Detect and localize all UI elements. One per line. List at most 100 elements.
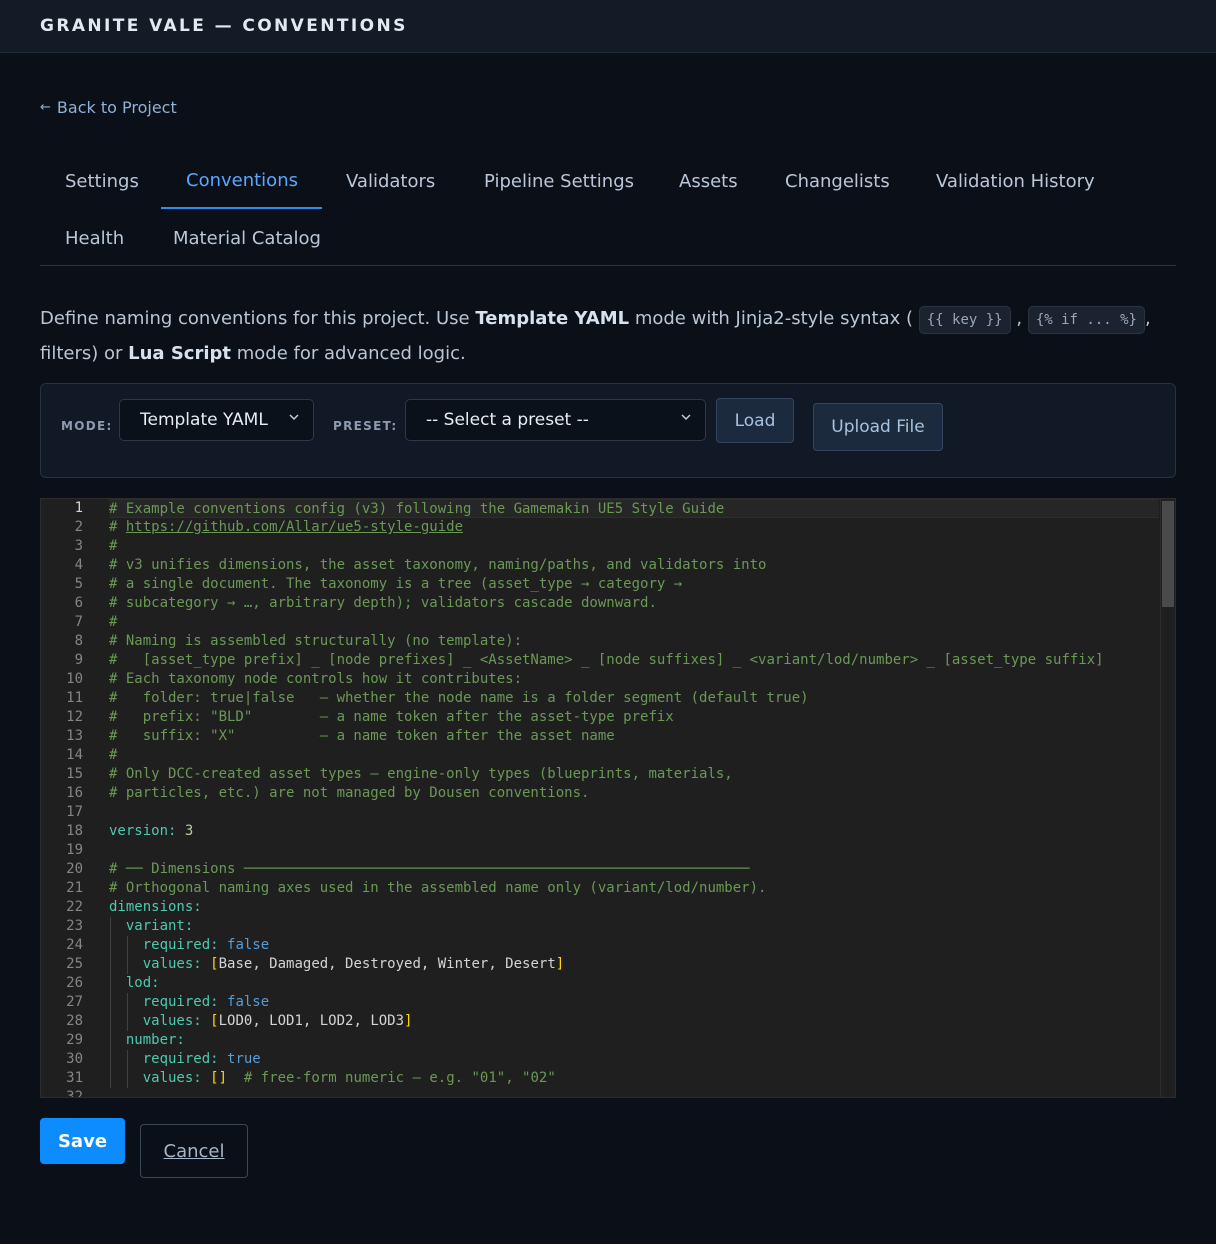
code-editor[interactable]: 1 2 3 4 5 6 7 8 9 10 11 12 13 14 15 16 17 18 19 20 21 22 23 24 2… [40, 498, 1176, 1098]
code-line[interactable]: lod: [109, 974, 1159, 993]
code-line[interactable] [109, 803, 1159, 822]
line-number: 25 [66, 956, 83, 972]
code-line[interactable]: values: [LOD0, LOD1, LOD2, LOD3] [109, 1012, 1159, 1031]
tab-validation-history[interactable]: Validation History [911, 153, 1095, 209]
tab-bar: Settings Conventions Validators Pipeline… [40, 153, 1176, 266]
line-number-gutter: 1 2 3 4 5 6 7 8 9 10 11 12 13 14 15 16 17 18 19 20 21 22 23 24 2… [41, 499, 97, 1097]
save-button[interactable]: Save [40, 1118, 125, 1164]
code-line[interactable]: required: true [109, 1050, 1159, 1069]
preset-select-value: -- Select a preset -- [426, 410, 589, 430]
code-line[interactable]: # prefix: "BLD" — a name token after the… [109, 708, 1159, 727]
mode-select-value: Template YAML [140, 410, 268, 430]
code-line[interactable]: # suffix: "X" — a name token after the a… [109, 727, 1159, 746]
code-line[interactable]: # https://github.com/Allar/ue5-style-gui… [109, 518, 1159, 537]
code-line[interactable]: # [asset_type prefix] _ [node prefixes] … [109, 651, 1159, 670]
code-line[interactable]: # v3 unifies dimensions, the asset taxon… [109, 556, 1159, 575]
code-line[interactable] [109, 841, 1159, 860]
tab-validators[interactable]: Validators [322, 153, 435, 209]
indent-guide [110, 1012, 111, 1031]
app-title: GRANITE VALE — CONVENTIONS [40, 16, 408, 36]
cancel-button[interactable]: Cancel [140, 1124, 248, 1178]
line-number: 13 [66, 728, 83, 744]
tab-health[interactable]: Health [40, 210, 124, 266]
line-number: 21 [66, 880, 83, 896]
line-number: 18 [66, 823, 83, 839]
line-number: 6 [74, 595, 83, 611]
load-preset-button[interactable]: Load [716, 398, 794, 443]
line-number: 14 [66, 747, 83, 763]
editor-scrollbar[interactable] [1160, 499, 1175, 1097]
indent-guide [110, 974, 111, 993]
line-number: 22 [66, 899, 83, 915]
code-line[interactable]: # folder: true|false — whether the node … [109, 689, 1159, 708]
code-line[interactable]: # Example conventions config (v3) follow… [109, 499, 1159, 518]
line-number: 17 [66, 804, 83, 820]
tab-conventions[interactable]: Conventions [161, 153, 322, 209]
line-number: 32 [66, 1089, 83, 1098]
code-line[interactable]: # a single document. The taxonomy is a t… [109, 575, 1159, 594]
tab-settings[interactable]: Settings [40, 153, 161, 209]
code-line[interactable]: version: 3 [109, 822, 1159, 841]
code-line[interactable]: variant: [109, 917, 1159, 936]
indent-guide [127, 1012, 128, 1031]
line-number: 30 [66, 1051, 83, 1067]
line-number: 2 [74, 519, 83, 535]
line-number: 31 [66, 1070, 83, 1086]
code-line[interactable]: # subcategory → …, arbitrary depth); val… [109, 594, 1159, 613]
arrow-left-icon: ← [40, 100, 51, 115]
code-line[interactable]: required: false [109, 936, 1159, 955]
top-bar: GRANITE VALE — CONVENTIONS [0, 0, 1216, 53]
code-chip-key: {{ key }} [918, 306, 1011, 334]
tab-assets[interactable]: Assets [654, 153, 738, 209]
code-line[interactable]: # Each taxonomy node controls how it con… [109, 670, 1159, 689]
line-number: 9 [74, 652, 83, 668]
indent-guide [110, 1069, 111, 1088]
chevron-down-icon [681, 414, 691, 420]
line-number: 27 [66, 994, 83, 1010]
code-line[interactable]: values: [Base, Damaged, Destroyed, Winte… [109, 955, 1159, 974]
code-line[interactable]: values: [] # free-form numeric — e.g. "0… [109, 1069, 1159, 1088]
code-line[interactable]: # [109, 537, 1159, 556]
line-number: 5 [74, 576, 83, 592]
tab-pipeline-settings[interactable]: Pipeline Settings [459, 153, 634, 209]
code-line[interactable] [109, 1088, 1159, 1097]
indent-guide [110, 955, 111, 974]
upload-file-button[interactable]: Upload File [813, 403, 943, 451]
line-number: 16 [66, 785, 83, 801]
indent-guide [110, 1031, 111, 1050]
conventions-description: Define naming conventions for this proje… [40, 302, 1180, 371]
line-number: 26 [66, 975, 83, 991]
line-number: 28 [66, 1013, 83, 1029]
code-line[interactable]: number: [109, 1031, 1159, 1050]
mode-select[interactable]: Template YAML [119, 399, 314, 441]
intro-bold-lua-script: Lua Script [128, 343, 232, 364]
code-line[interactable]: # Only DCC-created asset types — engine-… [109, 765, 1159, 784]
indent-guide [127, 993, 128, 1012]
code-content[interactable]: # Example conventions config (v3) follow… [109, 499, 1159, 1097]
code-line[interactable]: # [109, 746, 1159, 765]
line-number: 4 [74, 557, 83, 573]
code-line[interactable]: # Naming is assembled structurally (no t… [109, 632, 1159, 651]
code-line[interactable]: # [109, 613, 1159, 632]
line-number: 11 [66, 690, 83, 706]
indent-guide [110, 1050, 111, 1069]
line-number: 29 [66, 1032, 83, 1048]
tab-material-catalog[interactable]: Material Catalog [148, 210, 321, 266]
intro-bold-template-yaml: Template YAML [475, 308, 630, 329]
preset-label: PRESET: [333, 419, 398, 433]
tab-changelists[interactable]: Changelists [760, 153, 890, 209]
chevron-down-icon [289, 414, 299, 420]
intro-text: Define naming conventions for this proje… [40, 308, 476, 329]
code-line[interactable]: # particles, etc.) are not managed by Do… [109, 784, 1159, 803]
code-line[interactable]: # ── Dimensions ────────────────────────… [109, 860, 1159, 879]
scrollbar-thumb[interactable] [1162, 501, 1174, 607]
code-line[interactable]: # Orthogonal naming axes used in the ass… [109, 879, 1159, 898]
code-line[interactable]: dimensions: [109, 898, 1159, 917]
line-number: 15 [66, 766, 83, 782]
preset-select[interactable]: -- Select a preset -- [405, 399, 706, 441]
code-line[interactable]: required: false [109, 993, 1159, 1012]
indent-guide [127, 1069, 128, 1088]
line-number: 8 [74, 633, 83, 649]
line-number: 1 [74, 500, 83, 516]
back-to-project-link[interactable]: ← Back to Project [40, 98, 177, 117]
